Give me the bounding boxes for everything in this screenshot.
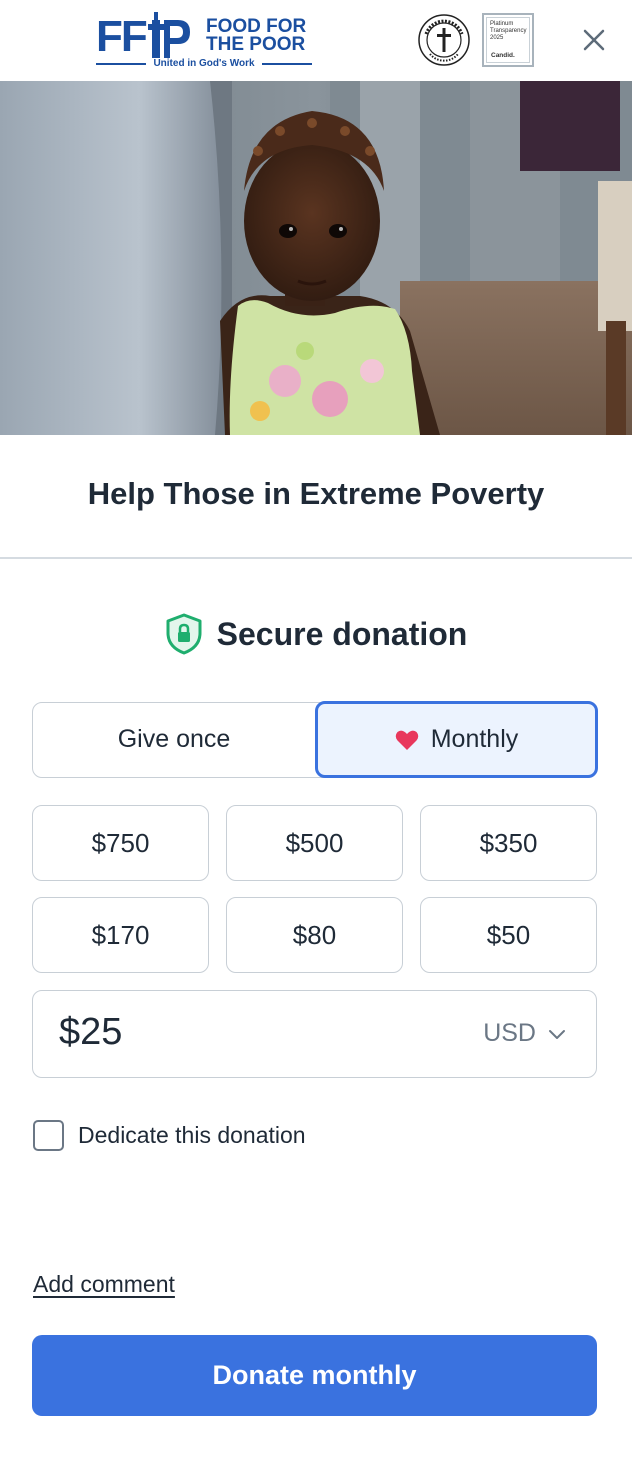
heart-icon — [395, 730, 418, 750]
candid-brand: Candid. — [491, 52, 515, 59]
shield-lock-icon — [166, 613, 202, 655]
add-comment-link[interactable]: Add comment — [33, 1271, 175, 1298]
give-once-label: Give once — [117, 725, 231, 753]
secure-donation-header: Secure donation — [0, 612, 632, 656]
frequency-toggle: Give once Monthly — [32, 701, 598, 778]
logo-mark: FF — [96, 12, 148, 61]
logo-name: FOOD FOR THE POOR — [206, 17, 306, 55]
close-icon[interactable] — [580, 26, 608, 54]
amount-option-750[interactable]: $750 — [32, 805, 209, 881]
monthly-button[interactable]: Monthly — [315, 701, 598, 778]
page-title: Help Those in Extreme Poverty — [87, 476, 545, 511]
logo-cross-icon — [148, 12, 190, 58]
divider — [0, 557, 632, 559]
ftp-logo[interactable]: FF FOOD FOR THE POOR United in God's Wor… — [96, 12, 316, 70]
dedicate-label[interactable]: Dedicate this donation — [78, 1122, 306, 1149]
chevron-down-icon — [549, 1029, 565, 1039]
currency-label: USD — [483, 1019, 536, 1047]
amount-option-80[interactable]: $80 — [226, 897, 403, 973]
candid-line1: Platinum — [490, 21, 514, 27]
candid-line3: 2025 — [490, 35, 504, 41]
hero-photo — [0, 81, 632, 435]
logo-rule-right — [262, 63, 312, 65]
candid-transparency-badge[interactable]: Platinum Transparency 2025 Candid. — [482, 13, 534, 67]
dedicate-checkbox[interactable] — [33, 1120, 64, 1151]
currency-select[interactable]: USD — [483, 1019, 566, 1048]
header: FF FOOD FOR THE POOR United in God's Wor… — [0, 0, 632, 81]
amount-option-170[interactable]: $170 — [32, 897, 209, 973]
amount-option-50[interactable]: $50 — [420, 897, 597, 973]
amount-value[interactable]: $25 — [59, 1011, 122, 1054]
donate-monthly-button[interactable]: Donate monthly — [32, 1335, 597, 1416]
monthly-label: Monthly — [430, 725, 519, 753]
faithful-stewards-seal-icon — [418, 14, 470, 66]
logo-name-line2: THE POOR — [206, 34, 306, 55]
candid-line2: Transparency — [490, 28, 527, 34]
amount-input[interactable]: $25 USD — [32, 990, 597, 1078]
give-once-button[interactable]: Give once — [33, 703, 315, 776]
secure-donation-label: Secure donation — [216, 615, 468, 652]
amount-option-350[interactable]: $350 — [420, 805, 597, 881]
dedicate-donation-row: Dedicate this donation — [33, 1120, 306, 1151]
amount-option-500[interactable]: $500 — [226, 805, 403, 881]
